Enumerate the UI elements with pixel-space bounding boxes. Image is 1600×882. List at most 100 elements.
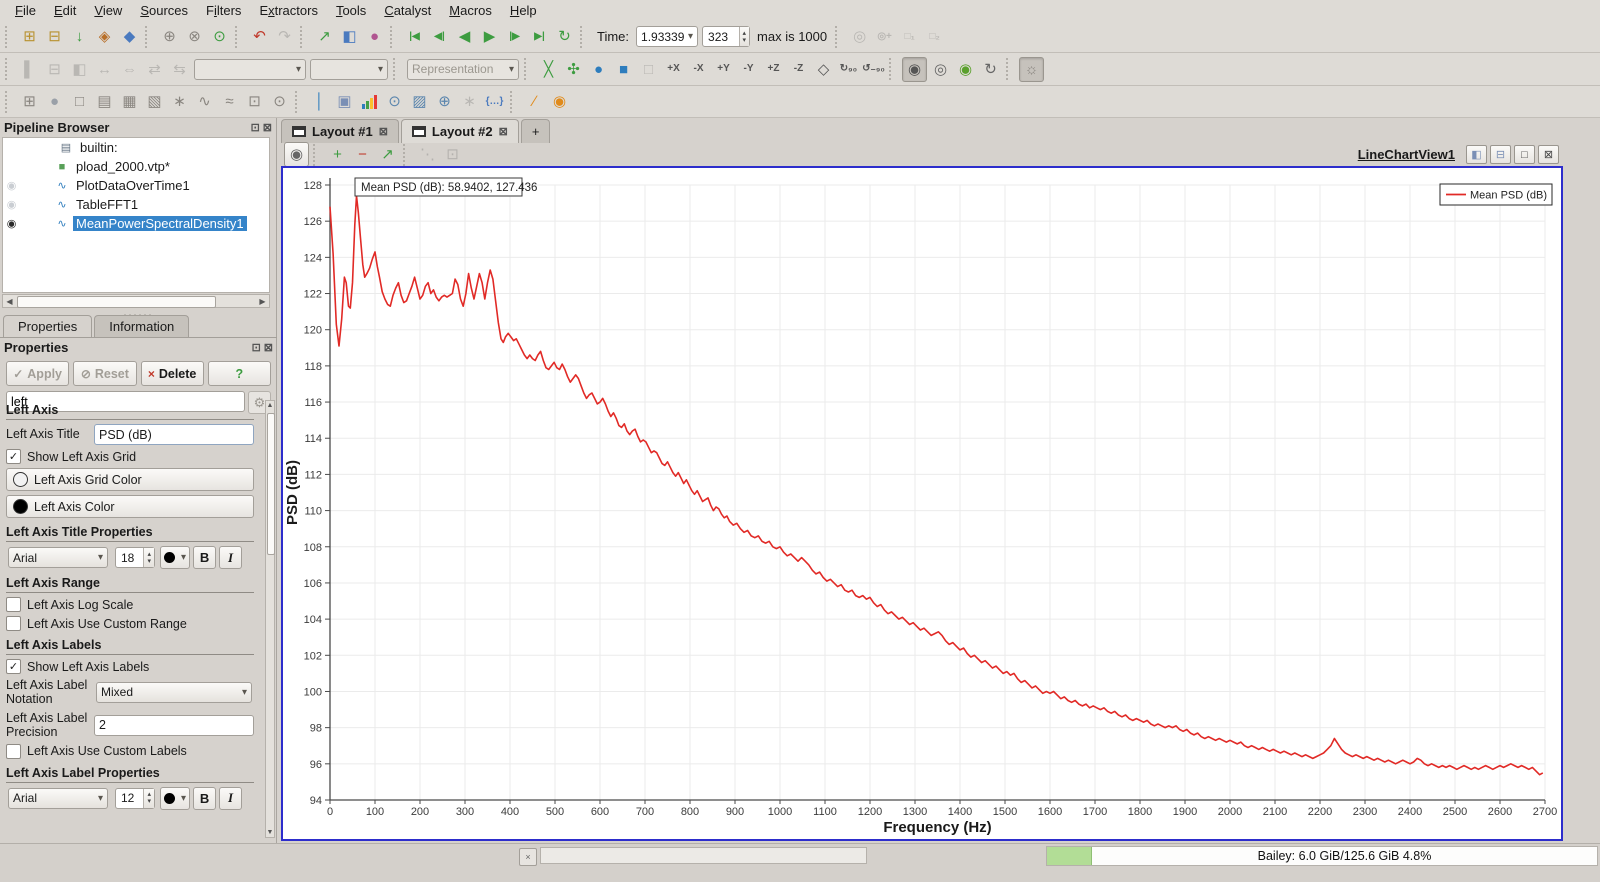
left-axis-title-font-italic-button[interactable]: I [219,546,243,569]
maximize-button[interactable]: □ [1514,145,1535,164]
scroll-right-icon[interactable]: ▶ [256,295,269,307]
menu-filters[interactable]: Filters [197,1,250,20]
isometric-view-icon[interactable]: ◇ [812,58,835,81]
set-view-minus-y-icon[interactable]: -Y [737,58,760,81]
help-button[interactable]: ? [207,361,271,386]
export-data-icon[interactable]: ↓ [68,25,91,48]
extract-subset-icon[interactable]: ▧ [143,90,166,113]
set-view-minus-z-icon[interactable]: -Z [787,58,810,81]
view-title[interactable]: LineChartView1 [1358,147,1455,162]
progress-abort-button[interactable]: × [519,848,537,866]
line-chart-view[interactable]: 0 100 200 300 400 500 600 700 800 900 1000 1100 1200… [281,166,1563,841]
pipeline-item-pload-2000[interactable]: ■ pload_2000.vtp* [3,157,269,176]
left-axis-title-font-size-spinbox[interactable]: 18 ▴ ▾ [115,547,155,568]
set-view-plus-x-icon[interactable]: +X [662,58,685,81]
show-left-axis-grid-checkbox[interactable]: ✓ Show Left Axis Grid [6,449,254,464]
scroll-up-icon[interactable]: ▲ [266,402,274,409]
ruler-icon[interactable]: ∕ [523,90,546,113]
set-view-plus-y-icon[interactable]: +Y [712,58,735,81]
close-tab-icon[interactable]: ⊠ [379,125,388,138]
close-view-button[interactable]: ⊠ [1538,145,1559,164]
set-view-plus-z-icon[interactable]: +Z [762,58,785,81]
close-tab-icon[interactable]: ⊠ [499,125,508,138]
eye-icon[interactable]: ◉ [3,198,20,211]
menu-extractors[interactable]: Extractors [250,1,327,20]
quartile-chart-icon[interactable]: ⊕ [433,90,456,113]
add-layout-tab[interactable]: + [520,119,551,143]
pipeline-horizontal-scrollbar[interactable]: ◀ ▶ [2,294,270,308]
auto-apply-icon[interactable]: ↗ [313,25,336,48]
pipeline-item-meanpowerspectraldensity1[interactable]: ◉ ∿ MeanPowerSpectralDensity1 [3,214,269,233]
menu-sources[interactable]: Sources [131,1,197,20]
glyph-icon[interactable]: ∗ [168,90,191,113]
color-palette-icon[interactable]: ● [363,25,386,48]
edit-color-map-icon[interactable]: ◧ [338,25,361,48]
left-axis-label-font-italic-button[interactable]: I [219,786,243,810]
left-axis-use-custom-labels-checkbox[interactable]: Left Axis Use Custom Labels [6,743,254,759]
python-calculator-icon[interactable]: {…} [483,90,506,113]
reset-camera-closest-icon[interactable]: ● [587,58,610,81]
zoom-to-data-icon[interactable]: ✣ [562,58,585,81]
left-axis-label-font-color-button[interactable]: ▾ [160,786,191,810]
scroll-down-icon[interactable]: ▼ [266,829,274,836]
show-center-of-rotation-icon[interactable]: ◉ [954,58,977,81]
timer-icon[interactable]: ⊙ [208,25,231,48]
time-value-combo[interactable]: 1.93339 ▾ [636,26,699,47]
menu-edit[interactable]: Edit [45,1,85,20]
scrollbar-thumb[interactable] [17,296,216,308]
rotate-90-ccw-icon[interactable]: ↺₋₉₀ [862,58,885,81]
vcr-play-icon[interactable]: ▶ [478,25,501,48]
left-axis-log-scale-checkbox[interactable]: Left Axis Log Scale [6,597,254,612]
left-axis-title-field[interactable]: PSD (dB) [94,424,254,445]
close-icon[interactable]: ⊠ [263,121,272,134]
left-axis-label-precision-field[interactable]: 2 [94,714,254,736]
reset-center-icon[interactable]: ↻ [979,58,1002,81]
left-axis-title-font-family-combo[interactable]: Arial ▾ [8,547,108,568]
plot-over-line-icon[interactable]: │ [308,90,331,113]
undock-icon[interactable]: ⊡ [251,121,260,134]
tab-information[interactable]: Information [94,315,190,337]
left-axis-label-font-bold-button[interactable]: B [193,786,217,810]
split-horizontal-button[interactable]: ◧ [1466,145,1487,164]
tab-layout-1[interactable]: Layout #1 ⊠ [281,119,399,143]
light-kit-icon[interactable]: ☼ [1019,56,1044,82]
properties-vertical-scrollbar[interactable]: ▲ ▼ [265,400,275,838]
extract-block-icon[interactable]: ⊙ [268,90,291,113]
pipeline-item-tablefft1[interactable]: ◉ ∿ TableFFT1 [3,195,269,214]
pipeline-item-plotdataovertime1[interactable]: ◉ ∿ PlotDataOverTime1 [3,176,269,195]
pipeline-item-builtin[interactable]: ▤ builtin: [3,138,269,157]
undock-icon[interactable]: ⊡ [252,341,261,354]
menu-help[interactable]: Help [501,1,546,20]
show-orientation-axes-icon[interactable]: ◎ [929,58,952,81]
menu-file[interactable]: File [6,1,45,20]
histogram-icon[interactable] [358,90,381,113]
vcr-play-reverse-icon[interactable]: ◀ [453,25,476,48]
left-axis-label-notation-combo[interactable]: Mixed ▾ [96,681,252,703]
menu-tools[interactable]: Tools [327,1,375,20]
calculator-icon[interactable]: ⊞ [18,90,41,113]
save-data-icon[interactable]: ⊟ [43,25,66,48]
tab-properties[interactable]: Properties [3,315,93,337]
group-datasets-icon[interactable]: ⊡ [243,90,266,113]
vcr-previous-frame-icon[interactable]: ◀| [428,25,451,48]
menu-macros[interactable]: Macros [440,1,501,20]
show-left-axis-labels-checkbox[interactable]: ✓ Show Left Axis Labels [6,659,254,674]
reset-camera-icon[interactable]: ╳ [537,58,560,81]
plot-selection-over-time-icon[interactable]: ▨ [408,90,431,113]
save-animation-icon[interactable]: ◆ [118,25,141,48]
delete-button[interactable]: × Delete [140,361,204,386]
open-file-icon[interactable]: ⊞ [18,25,41,48]
left-axis-grid-color-button[interactable]: Left Axis Grid Color [6,468,254,491]
left-axis-label-font-family-combo[interactable]: Arial ▾ [8,787,108,809]
catalyst-connect-icon[interactable]: ⊕ [158,25,181,48]
vcr-first-frame-icon[interactable]: |◀ [403,25,426,48]
eye-icon[interactable]: ◉ [3,217,20,230]
menu-view[interactable]: View [85,1,131,20]
menu-catalyst[interactable]: Catalyst [375,1,440,20]
close-icon[interactable]: ⊠ [264,341,273,354]
eye-icon[interactable]: ◉ [3,179,20,192]
left-axis-color-button[interactable]: Left Axis Color [6,495,254,518]
extract-selection-icon[interactable]: ▣ [333,90,356,113]
tab-layout-2[interactable]: Layout #2 ⊠ [400,119,519,143]
left-axis-title-font-bold-button[interactable]: B [193,546,217,569]
